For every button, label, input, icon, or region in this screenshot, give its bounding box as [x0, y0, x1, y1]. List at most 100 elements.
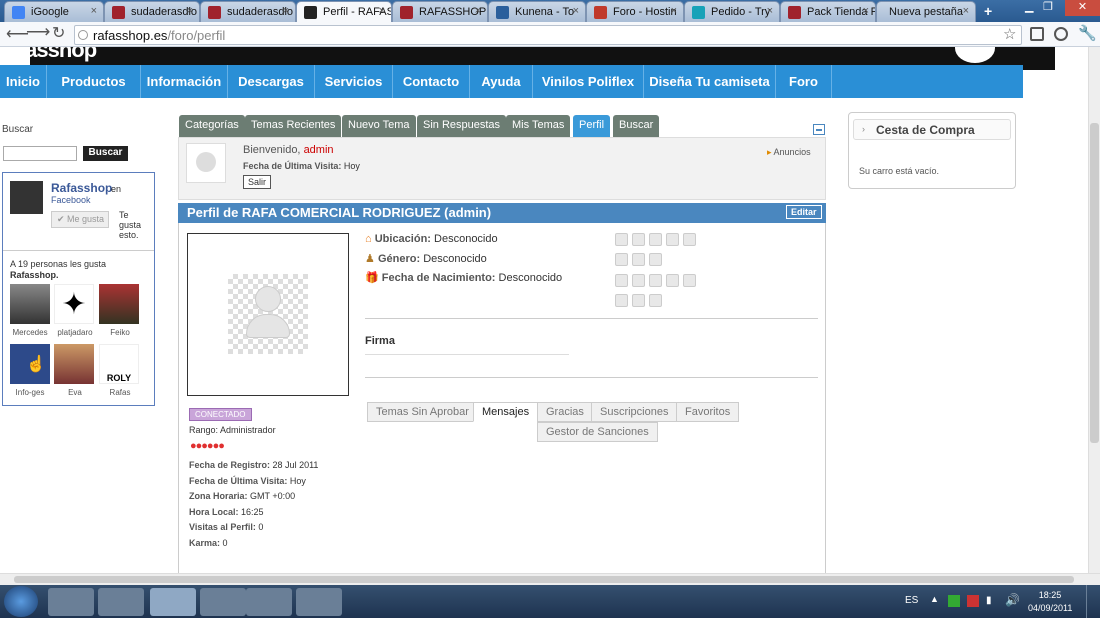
nav-productos[interactable]: Productos [47, 65, 141, 98]
show-desktop-button[interactable] [1086, 585, 1100, 618]
tab-gracias[interactable]: Gracias [537, 402, 593, 422]
fan-avatar[interactable] [99, 284, 139, 324]
browser-tab[interactable]: sudaderasdlo × [200, 1, 296, 22]
browser-tab[interactable]: Nueva pestaña × [876, 1, 976, 22]
extension-icon[interactable] [1054, 27, 1068, 41]
search-button[interactable]: Buscar [83, 146, 128, 161]
antivirus-icon[interactable] [246, 588, 292, 616]
close-icon[interactable]: × [187, 5, 193, 17]
social-icon[interactable] [615, 253, 628, 266]
nav-ayuda[interactable]: Ayuda [470, 65, 533, 98]
bookmark-star-icon[interactable]: ☆ [1003, 25, 1016, 43]
announcements-link[interactable]: ▸ Anuncios [767, 147, 811, 158]
network-icon[interactable]: ▮ [986, 595, 992, 606]
logout-button[interactable]: Salir [243, 175, 272, 189]
browser-tab-igoogle[interactable]: iGoogle × [4, 1, 104, 22]
address-bar[interactable]: rafasshop.es/foro/perfil [74, 25, 1022, 45]
close-icon[interactable]: × [767, 5, 773, 17]
nav-inicio[interactable]: Inicio [0, 65, 47, 98]
tray-expand-icon[interactable]: ▲ [930, 594, 939, 604]
social-icon[interactable] [615, 274, 628, 287]
language-indicator[interactable]: ES [905, 595, 918, 606]
explorer-icon[interactable] [48, 588, 94, 616]
tab-favoritos[interactable]: Favoritos [676, 402, 740, 422]
social-icon[interactable] [632, 274, 645, 287]
social-icon[interactable] [649, 253, 662, 266]
tab-perfil[interactable]: Perfil [573, 115, 611, 137]
social-icon[interactable] [649, 274, 662, 287]
nav-servicios[interactable]: Servicios [315, 65, 393, 98]
social-icon[interactable] [615, 294, 628, 307]
tab-nuevo-tema[interactable]: Nuevo Tema [342, 115, 416, 137]
extension-icon[interactable] [1030, 27, 1044, 41]
forward-icon[interactable]: ⟶ [26, 22, 50, 42]
wrench-icon[interactable]: 🔧 [1078, 24, 1097, 42]
fan-avatar[interactable]: ✦ [54, 284, 94, 324]
minimize-icon[interactable]: ▁ [1025, 0, 1033, 13]
close-icon[interactable]: × [283, 5, 289, 17]
nav-foro[interactable]: Foro [776, 65, 832, 98]
nav-vinilos[interactable]: Vinilos Poliflex [533, 65, 644, 98]
media-player-icon[interactable] [98, 588, 144, 616]
browser-tab[interactable]: Foro - Hostin × [586, 1, 684, 22]
tab-buscar[interactable]: Buscar [613, 115, 660, 137]
edit-button[interactable]: Editar [786, 205, 822, 219]
collapse-icon[interactable] [813, 124, 825, 135]
fb-facebook-link[interactable]: Facebook [51, 195, 91, 205]
fan-avatar[interactable] [54, 344, 94, 384]
tab-sin-respuestas[interactable]: Sin Respuestas [417, 115, 507, 137]
close-icon[interactable]: × [475, 5, 481, 17]
close-window-icon[interactable]: ✕ [1065, 0, 1100, 16]
tab-gestor-sanciones[interactable]: Gestor de Sanciones [537, 422, 658, 442]
user-avatar[interactable] [186, 143, 226, 183]
browser-tab[interactable]: Pack Tienda F × [780, 1, 876, 22]
welcome-username[interactable]: admin [304, 144, 334, 156]
tab-temas-sin-aprobar[interactable]: Temas Sin Aprobar [367, 402, 478, 422]
app-icon[interactable] [296, 588, 342, 616]
nav-contacto[interactable]: Contacto [393, 65, 470, 98]
site-logo[interactable]: rafasshop [0, 47, 97, 63]
social-icon[interactable] [683, 274, 696, 287]
browser-tab-active[interactable]: Perfil - RAFAS × [296, 1, 392, 23]
horizontal-scrollbar[interactable] [0, 573, 1100, 585]
reload-icon[interactable]: ↻ [52, 23, 65, 43]
close-icon[interactable]: × [379, 5, 385, 17]
restore-icon[interactable]: ❐ [1043, 0, 1053, 13]
nav-descargas[interactable]: Descargas [228, 65, 315, 98]
vertical-scrollbar[interactable] [1088, 47, 1100, 573]
social-icon[interactable] [632, 294, 645, 307]
social-icon[interactable] [615, 233, 628, 246]
tab-categorias[interactable]: Categorías [179, 115, 245, 137]
social-icon[interactable] [649, 294, 662, 307]
clock-date[interactable]: 04/09/2011 [1028, 603, 1072, 613]
close-icon[interactable]: × [573, 5, 579, 17]
chrome-icon[interactable] [150, 588, 196, 616]
tab-temas-recientes[interactable]: Temas Recientes [245, 115, 342, 137]
fan-avatar-roly[interactable]: ROLY [99, 344, 139, 384]
new-tab-icon[interactable]: + [984, 3, 992, 19]
search-input[interactable] [3, 146, 77, 161]
social-icon[interactable] [632, 233, 645, 246]
scroll-thumb[interactable] [14, 576, 1074, 583]
clock-time[interactable]: 18:25 [1032, 590, 1068, 600]
browser-tab[interactable]: RAFASSHOP × [392, 1, 488, 22]
volume-icon[interactable]: 🔊 [1005, 593, 1020, 607]
nav-disena[interactable]: Diseña Tu camiseta [644, 65, 776, 98]
close-icon[interactable]: × [863, 5, 869, 17]
social-icon[interactable] [666, 274, 679, 287]
app-icon[interactable] [200, 588, 246, 616]
close-icon[interactable]: × [671, 5, 677, 17]
scroll-thumb[interactable] [1090, 123, 1099, 443]
fb-like-button[interactable]: ✔ Me gusta [51, 211, 109, 228]
tray-icon[interactable] [967, 595, 979, 607]
fb-page-name[interactable]: Rafasshop [51, 181, 112, 195]
profile-avatar[interactable] [187, 233, 349, 396]
close-icon[interactable]: × [91, 5, 97, 17]
fan-avatar[interactable] [10, 284, 50, 324]
browser-tab[interactable]: Pedido - Try × [684, 1, 780, 22]
social-icon[interactable] [666, 233, 679, 246]
nav-informacion[interactable]: Información [141, 65, 228, 98]
tray-icon[interactable] [948, 595, 960, 607]
social-icon[interactable] [632, 253, 645, 266]
tab-mensajes[interactable]: Mensajes [473, 402, 539, 422]
